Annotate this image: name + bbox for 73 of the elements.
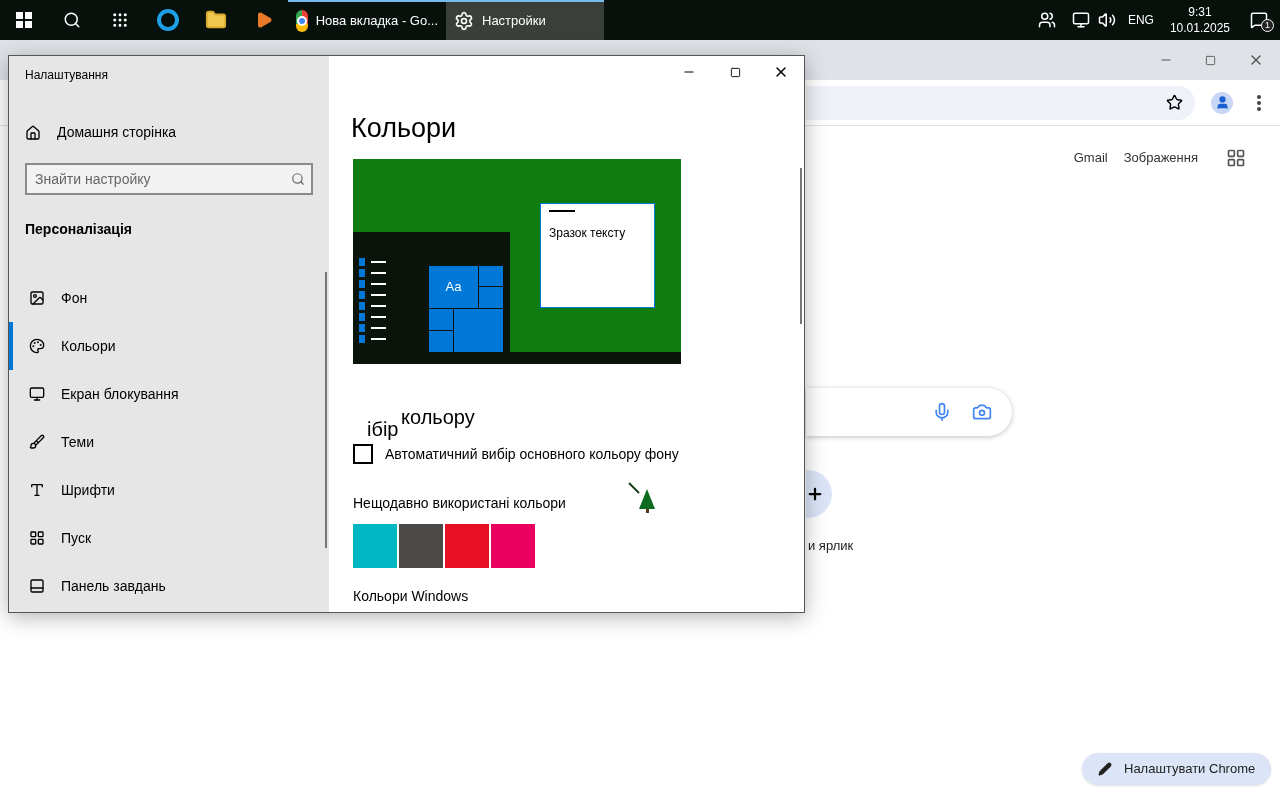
section-heading: Персоналізація <box>25 220 132 239</box>
grid-icon <box>29 530 45 546</box>
checkbox[interactable] <box>353 444 373 464</box>
panel-icon <box>29 578 45 594</box>
taskbar-app[interactable]: Настройки <box>446 0 604 40</box>
nav-item[interactable]: Панель завдань <box>9 562 329 610</box>
tree-icon <box>627 481 657 513</box>
tile <box>429 309 453 330</box>
palette-icon <box>29 338 45 354</box>
page-title: Кольори <box>351 112 457 145</box>
gear-icon <box>454 11 474 31</box>
bookmark-star-icon[interactable] <box>1166 94 1183 111</box>
section-heading: кольору <box>401 404 475 430</box>
apps-icon[interactable] <box>1226 148 1246 168</box>
window-title: Налаштування <box>25 67 108 84</box>
time-text: 9:31 <box>1188 4 1212 20</box>
notification-count: 1 <box>1261 19 1274 32</box>
home-icon <box>25 124 41 141</box>
monitor-icon <box>29 386 45 402</box>
search-icon[interactable] <box>63 11 81 29</box>
tile <box>429 330 453 352</box>
nav-item[interactable]: Екран блокування <box>9 370 329 418</box>
language-indicator[interactable]: ENG <box>1127 11 1154 29</box>
recent-colors-heading: Нещодавно використані кольори <box>353 493 566 513</box>
clock[interactable]: 9:31 10.01.2025 <box>1169 4 1230 36</box>
date-text: 10.01.2025 <box>1169 20 1230 36</box>
shortcut-label: и ярлик <box>808 537 854 555</box>
nav-item[interactable]: Фон <box>9 274 329 322</box>
start-icon[interactable] <box>16 12 32 28</box>
customize-chrome-button[interactable]: Налаштувати Chrome <box>1082 753 1272 785</box>
camera-icon[interactable] <box>972 402 992 422</box>
images-link[interactable]: Зображення <box>1123 148 1198 168</box>
brush-icon <box>29 434 45 450</box>
nav-item[interactable]: Пуск <box>9 514 329 562</box>
color-swatch[interactable] <box>445 523 489 568</box>
pencil-icon <box>1098 762 1112 776</box>
maximize-icon <box>729 66 741 78</box>
volume-icon[interactable] <box>1097 11 1116 29</box>
letter-icon <box>29 482 45 498</box>
task-view-icon[interactable] <box>111 11 129 29</box>
start-tile: Aa <box>429 265 478 308</box>
home-nav-item[interactable]: Домашня сторінка <box>25 122 177 143</box>
gmail-link[interactable]: Gmail <box>1073 148 1108 168</box>
scrollbar[interactable] <box>325 272 327 548</box>
search-icon <box>291 172 305 186</box>
network-icon[interactable] <box>1071 11 1090 29</box>
tile <box>479 265 503 287</box>
microphone-icon[interactable] <box>932 402 952 422</box>
landscape-icon <box>29 290 45 306</box>
scrollbar[interactable] <box>800 168 802 324</box>
tile <box>454 309 503 352</box>
checkbox-label: Автоматичний вибір основного кольору фону <box>385 444 679 464</box>
tile <box>479 287 503 308</box>
color-swatch[interactable] <box>353 523 397 568</box>
menu-icon[interactable] <box>1257 94 1261 111</box>
people-icon[interactable] <box>1037 11 1056 29</box>
profile-icon[interactable] <box>1211 91 1233 114</box>
folder-icon[interactable] <box>205 9 227 31</box>
media-player-icon[interactable] <box>255 11 273 29</box>
sample-text: Зразок тексту <box>549 224 627 242</box>
restore-icon[interactable] <box>1205 54 1216 66</box>
nav-item[interactable]: Теми <box>9 418 329 466</box>
windows-colors-heading: Кольори Windows <box>353 586 469 606</box>
color-swatch[interactable] <box>399 523 443 568</box>
notifications-icon[interactable] <box>1250 11 1268 29</box>
settings-search-field[interactable]: Знайти настройку <box>25 163 313 195</box>
browser-icon[interactable] <box>157 9 179 31</box>
section-heading-fragment: ібір <box>367 416 399 442</box>
color-swatch[interactable] <box>491 523 535 568</box>
add-shortcut-button[interactable] <box>806 470 832 518</box>
plus-icon <box>806 485 824 503</box>
chrome-icon <box>296 10 308 32</box>
nav-item[interactable]: Шрифти <box>9 466 329 514</box>
